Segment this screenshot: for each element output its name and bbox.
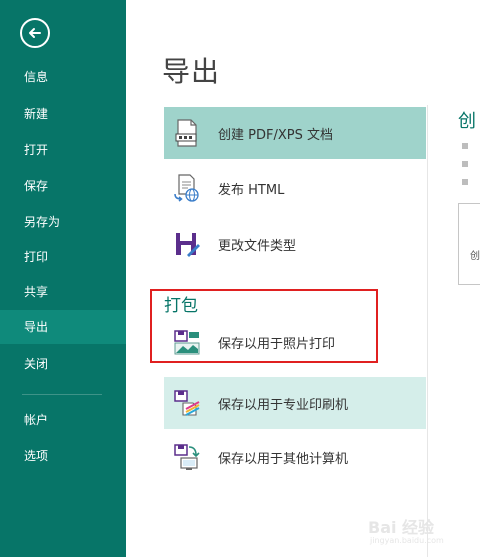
change-file-type-option[interactable]: 更改文件类型: [164, 218, 426, 270]
save-for-commercial-printer-option[interactable]: 保存以用于专业印刷机: [164, 377, 426, 429]
highlight-box: [150, 289, 378, 363]
watermark-logo: Bai 经验: [368, 518, 435, 537]
sidebar-item-options[interactable]: 选项: [0, 439, 126, 473]
pane-divider: [427, 105, 428, 557]
description-bullet: [462, 161, 468, 167]
change-file-type-icon: [172, 229, 202, 259]
sidebar-item-close[interactable]: 关闭: [0, 347, 126, 381]
back-arrow-icon[interactable]: [20, 18, 50, 48]
page-title: 导出: [162, 55, 221, 88]
create-pdf-xps-label: 创建 PDF/XPS 文档: [218, 127, 333, 143]
commercial-printer-icon: [172, 388, 202, 418]
backstage-sidebar: 信息 新建 打开 保存 另存为 打印 共享 导出 关闭 帐户 选项: [0, 0, 126, 557]
sidebar-divider: [22, 394, 102, 395]
publish-html-icon: [172, 173, 202, 203]
create-pdf-xps-option[interactable]: 创建 PDF/XPS 文档: [164, 107, 426, 159]
sidebar-item-open[interactable]: 打开: [0, 133, 126, 167]
sidebar-item-export[interactable]: 导出: [0, 310, 126, 344]
sidebar-item-save-as[interactable]: 另存为: [0, 205, 126, 239]
publish-html-option[interactable]: 发布 HTML: [164, 162, 426, 214]
sidebar-item-save[interactable]: 保存: [0, 169, 126, 203]
save-for-commercial-printer-label: 保存以用于专业印刷机: [218, 397, 349, 413]
change-file-type-label: 更改文件类型: [218, 238, 297, 254]
publish-html-label: 发布 HTML: [218, 182, 285, 198]
create-pdf-button-label: 创: [470, 251, 480, 262]
right-pane-title: 创: [458, 111, 476, 132]
sidebar-item-info[interactable]: 信息: [0, 60, 126, 94]
description-bullet: [462, 179, 468, 185]
sidebar-item-new[interactable]: 新建: [0, 97, 126, 131]
pdf-document-icon: [172, 118, 202, 148]
sidebar-item-share[interactable]: 共享: [0, 275, 126, 309]
description-bullet: [462, 143, 468, 149]
create-pdf-button[interactable]: [458, 203, 480, 285]
watermark-url: jingyan.baidu.com: [370, 536, 444, 545]
sidebar-item-print[interactable]: 打印: [0, 240, 126, 274]
other-computer-icon: [172, 442, 202, 472]
sidebar-item-account[interactable]: 帐户: [0, 403, 126, 437]
save-for-other-computers-option[interactable]: 保存以用于其他计算机: [164, 431, 426, 483]
save-for-other-computers-label: 保存以用于其他计算机: [218, 451, 349, 467]
